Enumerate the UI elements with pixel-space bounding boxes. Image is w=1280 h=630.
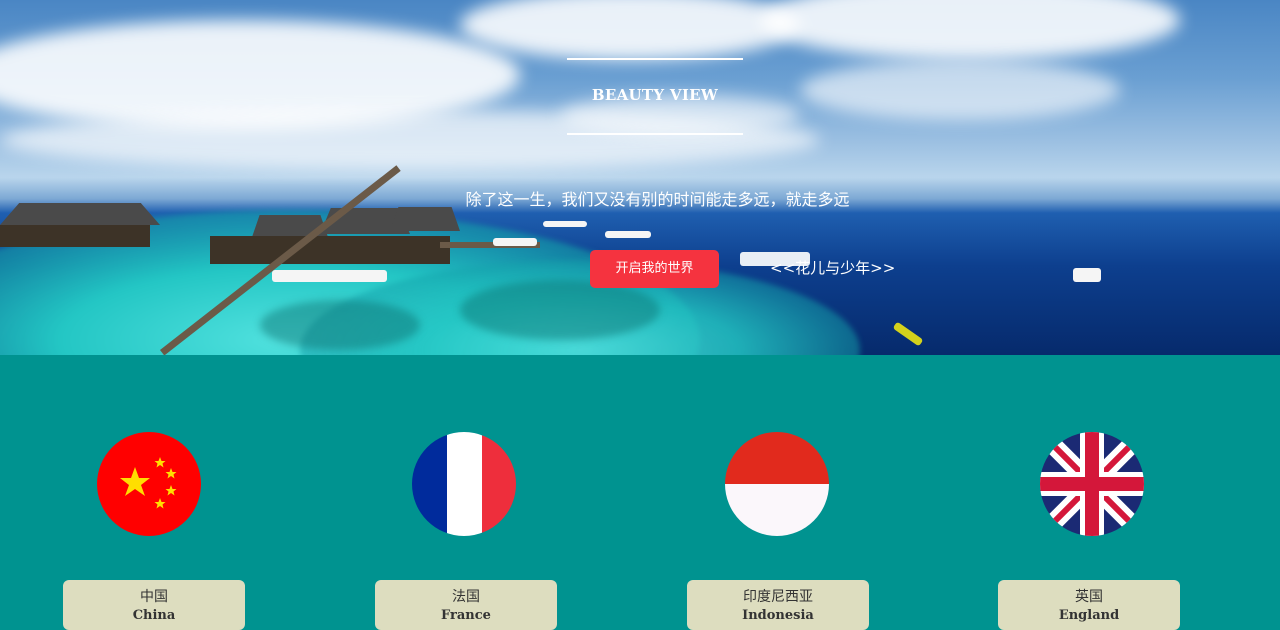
country-card[interactable]: 中国 China [63,580,245,630]
hut-roof [390,207,460,231]
country-card[interactable]: 印度尼西亚 Indonesia [687,580,869,630]
kayak [892,321,924,347]
reef [260,300,420,350]
country-name-en: Indonesia [742,608,814,623]
flowers-and-youth-link[interactable]: <<花儿与少年>> [770,257,895,278]
open-my-world-button[interactable]: 开启我的世界 [590,250,719,288]
hero-subtitle: 除了这一生，我们又没有别的时间能走多远，就走多远 [465,190,850,209]
hut [210,236,450,264]
cloud-decoration [760,0,1180,60]
reef [460,280,660,340]
title-bottom-line [567,133,743,135]
uk-flag-icon[interactable] [1040,432,1144,536]
cloud-decoration [460,0,800,60]
title-top-line [567,58,743,60]
france-flag-icon[interactable] [412,432,516,536]
country-name-en: England [1058,608,1120,623]
country-name-cn: 英国 [1075,589,1103,605]
boat [493,238,537,246]
country-card[interactable]: 法国 France [375,580,557,630]
boat [1073,268,1101,282]
hut [0,225,150,247]
country-name-cn: 中国 [140,589,168,605]
hero-title: BEAUTY VIEW [591,86,719,104]
country-name-cn: 印度尼西亚 [743,589,813,605]
indonesia-flag-icon[interactable] [725,432,829,536]
hero-banner: BEAUTY VIEW 除了这一生，我们又没有别的时间能走多远，就走多远 开启我… [0,0,1280,355]
boat [543,221,587,227]
country-name-cn: 法国 [452,589,480,605]
country-name-en: China [132,608,176,623]
boat [272,270,387,282]
country-card[interactable]: 英国 England [998,580,1180,630]
boat [605,231,651,238]
country-name-en: France [441,608,491,623]
china-flag-icon[interactable] [97,432,201,536]
